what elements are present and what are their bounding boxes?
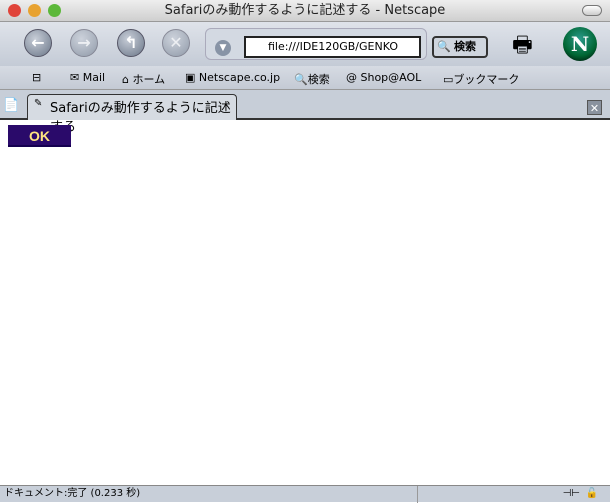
search-button[interactable]: 🔍 検索 [432,36,488,58]
print-icon[interactable]: 🖶 [512,28,533,66]
history-dropdown-icon[interactable]: ▼ [215,40,231,56]
bookmarks-toolbar: ⊟ ✉ Mail ⌂ ホーム ▣ Netscape.co.jp 🔍検索 @ Sh… [0,66,610,90]
forward-button[interactable]: → [70,29,98,57]
toolbar-toggle-button[interactable] [582,5,602,16]
bookmark-shop-aol[interactable]: @ Shop@AOL [346,71,421,84]
close-window-button[interactable] [8,4,21,17]
reload-button[interactable]: ↰ [117,29,145,57]
window-title: Safariのみ動作するように記述する - Netscape [164,3,446,18]
zoom-window-button[interactable] [48,4,61,17]
tab-bar: 📄 ✎ Safariのみ動作するように記述する ✕ [0,90,610,135]
bookmark-label: 検索 [307,73,330,86]
bookmark-netscape[interactable]: ▣ Netscape.co.jp [185,71,280,84]
bookmark-label: Shop@AOL [360,71,422,84]
status-divider [417,486,418,503]
stop-button[interactable]: ✕ [162,29,190,57]
bookmark-label: Mail [82,71,106,84]
search-label: 検索 [454,40,476,53]
url-text: file:///IDE120GB/GENKO [268,40,398,53]
ok-button[interactable]: OK [8,125,71,147]
status-text: ドキュメント:完了 (0.233 秒) [4,488,141,499]
tab-label: Safariのみ動作するように記述する [50,101,231,135]
status-bar: ドキュメント:完了 (0.233 秒) ⊣⊢ 🔓 [0,485,610,503]
netscape-logo-icon[interactable]: N [563,27,597,61]
bookmark-mail[interactable]: ✉ Mail [70,71,105,84]
sidebar-icon[interactable]: ⊟ [32,71,41,84]
security-lock-icon[interactable]: 🔓 [586,486,598,502]
bookmark-label: ホーム [132,73,166,86]
tab-active[interactable]: ✎ Safariのみ動作するように記述する [27,94,237,135]
bookmark-label: Netscape.co.jp [198,71,281,84]
bookmark-home[interactable]: ⌂ ホーム [122,71,165,87]
bookmarks-menu[interactable]: ▭ブックマーク [443,71,519,87]
magnifier-icon: 🔍 [437,40,451,53]
bookmark-search[interactable]: 🔍検索 [294,71,330,87]
close-tab-button[interactable]: ✕ [587,100,602,115]
back-button[interactable]: ← [24,29,52,57]
online-connection-icon[interactable]: ⊣⊢ [563,486,580,502]
bookmark-label: ブックマーク [453,73,520,86]
title-bar: Safariのみ動作するように記述する - Netscape [0,0,610,22]
new-tab-icon[interactable]: 📄 [3,98,19,113]
minimize-window-button[interactable] [28,4,41,17]
page-icon: ✎ [34,98,43,109]
url-input[interactable]: file:///IDE120GB/GENKO [244,36,421,58]
